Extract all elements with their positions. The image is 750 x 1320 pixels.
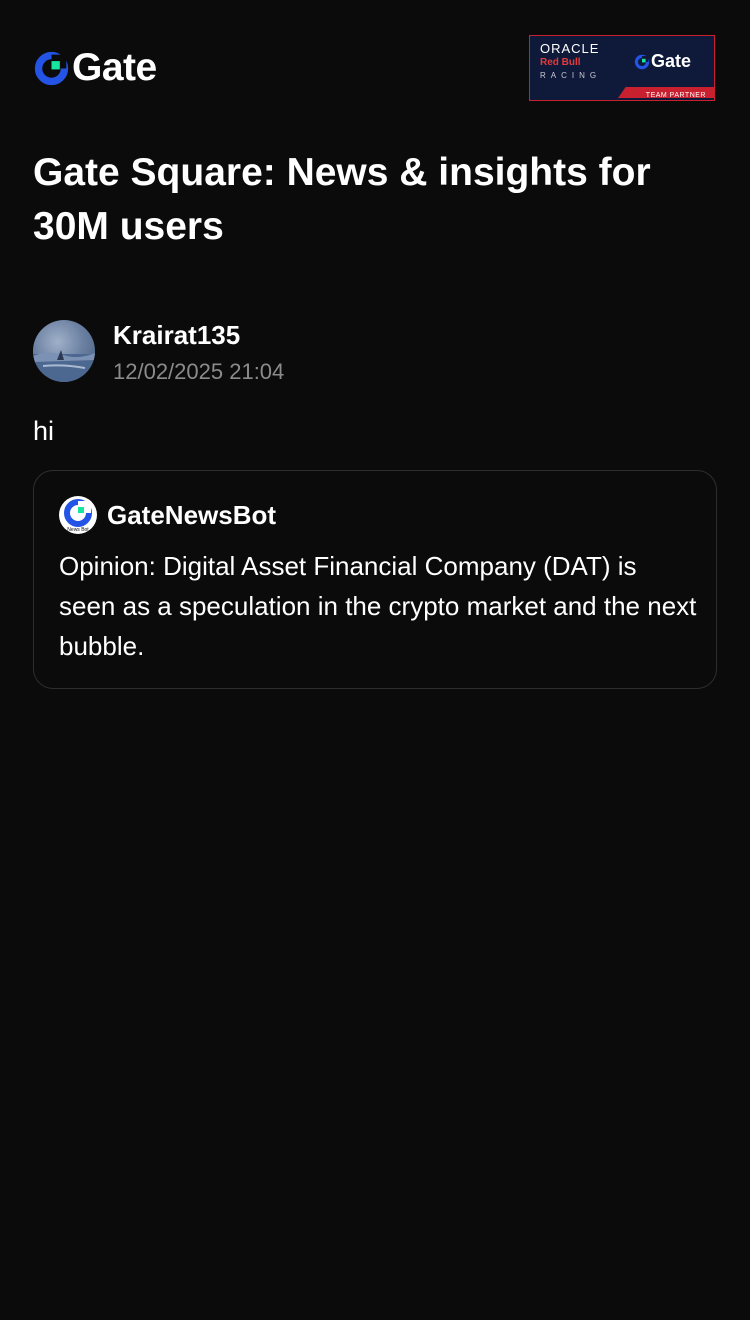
partner-left-group: ORACLE Red Bull RACING [540, 42, 620, 82]
brand-logo[interactable]: Gate [33, 48, 157, 88]
quoted-post-text: Opinion: Digital Asset Financial Company… [59, 551, 697, 661]
redbull-wordmark: Red Bull [540, 57, 581, 68]
gate-news-bot-icon: News Bot [64, 499, 92, 533]
post-body: hi [33, 416, 55, 446]
quoted-source-name[interactable]: GateNewsBot [107, 499, 276, 531]
team-partner-label: TEAM PARTNER [645, 92, 706, 99]
oracle-wordmark: ORACLE [540, 41, 600, 56]
partner-gate-wordmark: Gate [651, 51, 692, 71]
post-timestamp: 12/02/2025 21:04 [113, 359, 285, 384]
avatar[interactable] [33, 320, 95, 382]
post-author: Krairat135 12/02/2025 21:04 [33, 320, 633, 384]
racing-wordmark: RACING [540, 71, 602, 80]
gate-logo-icon [34, 51, 69, 85]
team-partner-badge: ORACLE Red Bull RACING Gate TEAM PARTNER [529, 35, 715, 101]
partner-gate-group: Gate [634, 51, 691, 72]
brand-name: Gate [72, 46, 157, 89]
news-bot-caption: News Bot [67, 527, 89, 533]
author-name[interactable]: Krairat135 [113, 320, 240, 350]
quoted-post-card[interactable]: News Bot GateNewsBot Opinion: Digital As… [33, 470, 717, 689]
news-bot-avatar: News Bot [59, 496, 97, 534]
avatar-image [33, 350, 95, 382]
header: Gate ORACLE Red Bull RACING Gate TEAM PA… [33, 35, 715, 101]
page-title: Gate Square: News & insights for 30M use… [33, 151, 651, 248]
gate-logo-icon [634, 54, 650, 69]
